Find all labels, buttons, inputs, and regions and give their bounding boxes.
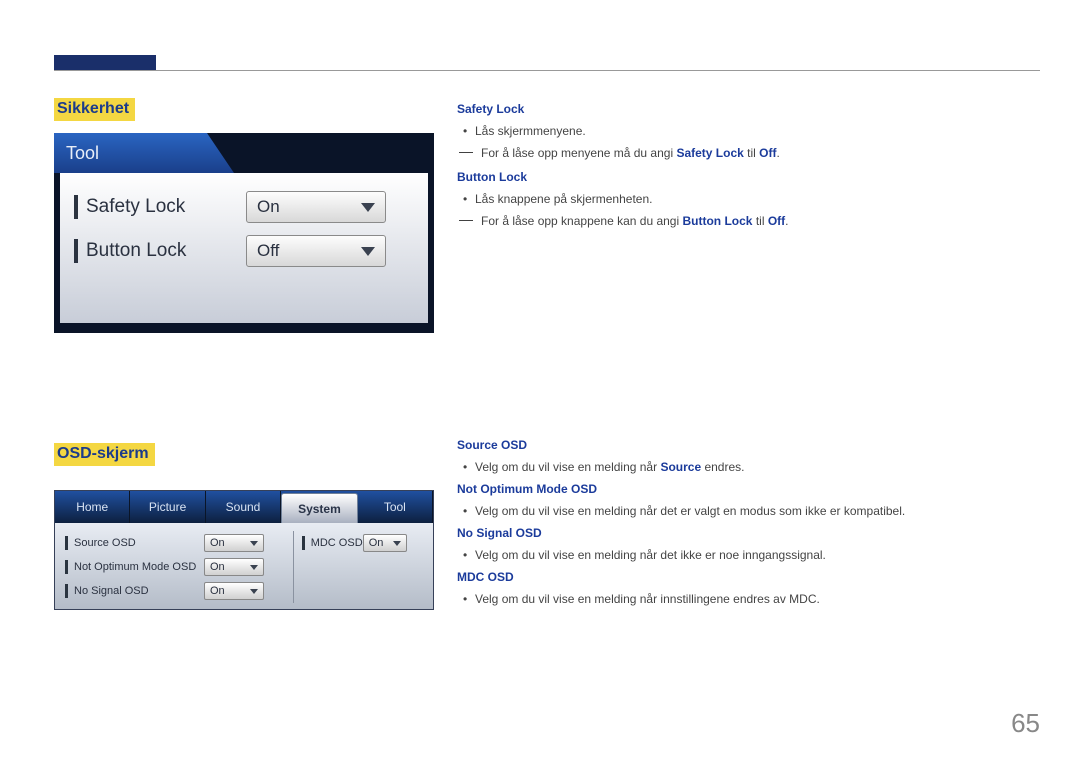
chevron-down-icon (250, 589, 258, 594)
not-optimum-dropdown[interactable]: On (204, 558, 264, 576)
section-osd-skjerm: OSD-skjerm Home Picture Sound System Too… (54, 443, 434, 610)
not-optimum-title: Not Optimum Mode OSD (457, 480, 1017, 498)
button-lock-title: Button Lock (457, 168, 1017, 186)
mdc-title: MDC OSD (457, 568, 1017, 586)
mdc-osd-dropdown[interactable]: On (363, 534, 407, 552)
row-marker-icon (65, 536, 68, 550)
button-lock-value: Off (257, 241, 279, 261)
not-optimum-label: Not Optimum Mode OSD (74, 561, 204, 573)
button-lock-bullet: Lås knappene på skjermenheten. (475, 190, 1017, 208)
row-marker-icon (302, 536, 305, 550)
tab-tool[interactable]: Tool (358, 491, 433, 523)
no-signal-bullet: Velg om du vil vise en melding når det i… (475, 546, 1017, 564)
not-optimum-bullet: Velg om du vil vise en melding når det e… (475, 502, 1017, 520)
mdc-osd-row: MDC OSD On (302, 531, 423, 555)
safety-lock-bullet: Lås skjermmenyene. (475, 122, 1017, 140)
tool-panel: Tool Safety Lock On Button Lock Off (54, 133, 434, 333)
not-optimum-row: Not Optimum Mode OSD On (65, 555, 293, 579)
row-marker-icon (65, 560, 68, 574)
tab-home[interactable]: Home (55, 491, 130, 523)
source-osd-bullet: Velg om du vil vise en melding når Sourc… (475, 458, 1017, 476)
row-marker-icon (74, 195, 78, 219)
source-osd-row: Source OSD On (65, 531, 293, 555)
source-osd-title: Source OSD (457, 436, 1017, 454)
no-signal-row: No Signal OSD On (65, 579, 293, 603)
tab-picture[interactable]: Picture (130, 491, 205, 523)
sikkerhet-description: Safety Lock Lås skjermmenyene. For å lås… (457, 100, 1017, 230)
chevron-down-icon (250, 541, 258, 546)
section-sikkerhet: Sikkerhet Tool Safety Lock On (54, 98, 434, 333)
button-lock-label: Button Lock (86, 240, 246, 262)
no-signal-dropdown[interactable]: On (204, 582, 264, 600)
safety-lock-value: On (257, 197, 280, 217)
header-accent-bar (54, 55, 156, 70)
row-marker-icon (74, 239, 78, 263)
row-marker-icon (65, 584, 68, 598)
chevron-down-icon (393, 541, 401, 546)
source-osd-dropdown[interactable]: On (204, 534, 264, 552)
sikkerhet-heading: Sikkerhet (54, 98, 135, 121)
tab-system[interactable]: System (281, 493, 357, 523)
tool-tab-label: Tool (66, 143, 99, 164)
mdc-osd-label: MDC OSD (311, 537, 363, 549)
tool-tab: Tool (54, 133, 234, 173)
osd-panel: Home Picture Sound System Tool Source OS… (54, 490, 434, 610)
page-number: 65 (1011, 708, 1040, 739)
mdc-bullet: Velg om du vil vise en melding når innst… (475, 590, 1017, 608)
no-signal-title: No Signal OSD (457, 524, 1017, 542)
safety-lock-label: Safety Lock (86, 196, 246, 218)
tab-sound[interactable]: Sound (206, 491, 281, 523)
osd-tabs: Home Picture Sound System Tool (55, 491, 433, 523)
button-lock-note: For å låse opp knappene kan du angi Butt… (481, 212, 1017, 230)
button-lock-dropdown[interactable]: Off (246, 235, 386, 267)
chevron-down-icon (250, 565, 258, 570)
safety-lock-title: Safety Lock (457, 100, 1017, 118)
no-signal-label: No Signal OSD (74, 585, 204, 597)
safety-lock-note: For å låse opp menyene må du angi Safety… (481, 144, 1017, 162)
chevron-down-icon (361, 203, 375, 212)
safety-lock-dropdown[interactable]: On (246, 191, 386, 223)
safety-lock-row: Safety Lock On (74, 191, 414, 223)
header-rule (54, 70, 1040, 71)
source-osd-label: Source OSD (74, 537, 204, 549)
button-lock-row: Button Lock Off (74, 235, 414, 267)
osd-description: Source OSD Velg om du vil vise en meldin… (457, 436, 1017, 608)
osd-heading: OSD-skjerm (54, 443, 155, 466)
chevron-down-icon (361, 247, 375, 256)
